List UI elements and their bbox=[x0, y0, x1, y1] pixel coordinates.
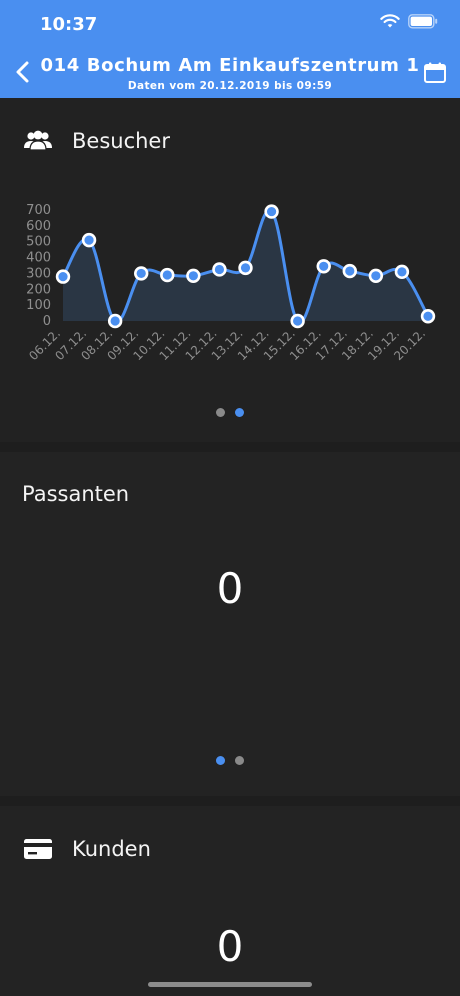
status-bar: 10:37 bbox=[0, 0, 460, 50]
passersby-value: 0 bbox=[216, 564, 244, 613]
data-point bbox=[371, 271, 381, 281]
y-tick-label: 400 bbox=[26, 251, 51, 266]
data-point bbox=[58, 272, 68, 282]
data-point bbox=[162, 270, 172, 280]
customers-card: Kunden 0 bbox=[0, 806, 460, 996]
page-title: 014 Bochum Am Einkaufszentrum 1 bbox=[40, 55, 420, 76]
data-point bbox=[214, 264, 225, 275]
status-icons bbox=[380, 14, 438, 33]
page-dot-active[interactable] bbox=[216, 756, 225, 765]
data-point bbox=[397, 267, 407, 277]
y-tick-label: 100 bbox=[26, 298, 51, 313]
data-point bbox=[136, 268, 146, 279]
calendar-button[interactable] bbox=[420, 60, 450, 90]
y-tick-label: 0 bbox=[43, 314, 51, 329]
home-indicator[interactable] bbox=[148, 982, 312, 987]
page-dot[interactable] bbox=[216, 408, 225, 417]
nav-bar: 014 Bochum Am Einkaufszentrum 1 Daten vo… bbox=[0, 50, 460, 98]
y-tick-label: 500 bbox=[26, 235, 51, 250]
visitors-page-indicator bbox=[0, 408, 460, 417]
status-time: 10:37 bbox=[40, 14, 98, 35]
passersby-title: Passanten bbox=[22, 482, 130, 506]
data-point bbox=[240, 263, 251, 273]
y-tick-label: 600 bbox=[26, 219, 51, 234]
data-point bbox=[110, 316, 120, 326]
y-tick-label: 300 bbox=[26, 266, 51, 281]
customers-header: Kunden bbox=[22, 836, 151, 862]
data-point bbox=[423, 311, 433, 321]
section-divider bbox=[0, 796, 460, 806]
wifi-icon bbox=[380, 14, 400, 33]
page-dot-active[interactable] bbox=[235, 408, 244, 417]
y-tick-label: 700 bbox=[26, 203, 51, 218]
passersby-page-indicator bbox=[0, 756, 460, 765]
calendar-icon bbox=[423, 61, 447, 89]
customers-value: 0 bbox=[216, 922, 244, 971]
data-point bbox=[345, 266, 355, 276]
data-point bbox=[293, 316, 303, 326]
section-divider bbox=[0, 442, 460, 452]
page-dot[interactable] bbox=[235, 756, 244, 765]
data-point bbox=[319, 261, 329, 271]
data-point bbox=[188, 271, 198, 281]
battery-icon bbox=[408, 14, 438, 33]
visitors-chart: 010020030040050060070006.12.07.12.08.12.… bbox=[26, 203, 436, 363]
passersby-card: Passanten 0 bbox=[0, 452, 460, 796]
page-subtitle: Daten vom 20.12.2019 bis 09:59 bbox=[127, 80, 333, 92]
data-point bbox=[266, 206, 277, 217]
credit-card-icon bbox=[22, 836, 54, 862]
y-tick-label: 200 bbox=[26, 282, 51, 297]
customers-title: Kunden bbox=[72, 837, 151, 861]
data-point bbox=[84, 235, 94, 245]
